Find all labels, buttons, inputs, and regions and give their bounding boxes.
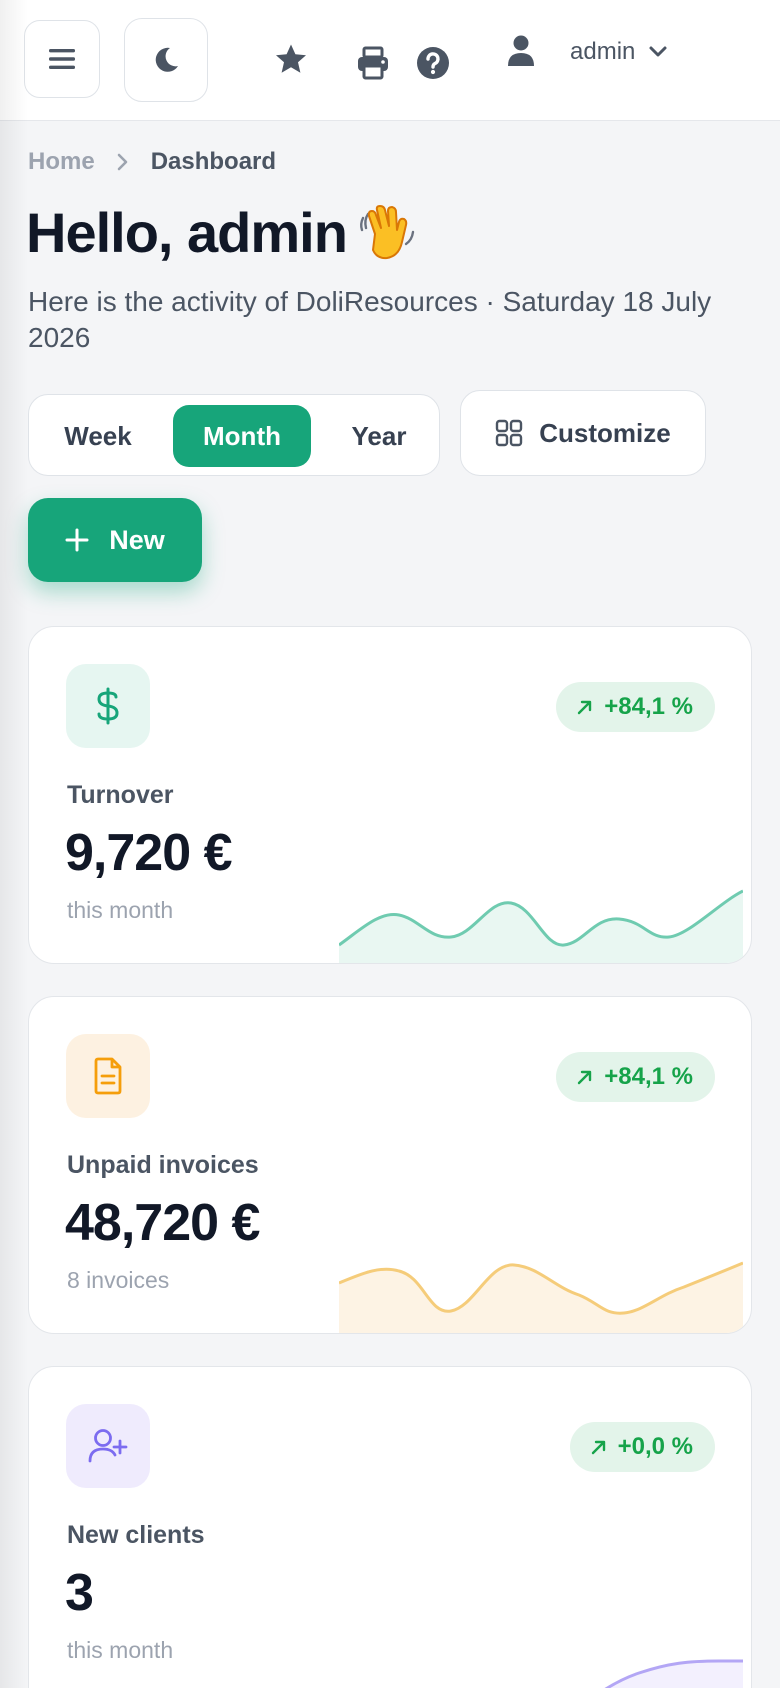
card-subtext: this month [67,897,174,923]
page-subtitle: Here is the activity of DoliResources · … [28,286,712,353]
menu-button[interactable] [24,20,100,98]
card-label: Unpaid invoices [67,1151,259,1179]
new-clients-card[interactable]: +0,0 % New clients 3 this month [28,1366,752,1688]
top-bar: admin [0,0,780,121]
new-button[interactable]: New [28,498,202,582]
trend-value: +0,0 % [617,1433,693,1460]
arrow-up-right-icon [591,1440,605,1455]
period-month-button[interactable]: Month [173,405,311,467]
waving-hand-icon [357,204,417,262]
breadcrumb: Home Dashboard [28,148,276,176]
turnover-sparkline [339,889,743,963]
greeting-text: Hello, admin [26,201,348,264]
unpaid-invoices-card[interactable]: +84,1 % Unpaid invoices 48,720 € 8 invoi… [28,996,752,1334]
card-value: 48,720 € [65,1194,260,1252]
trend-badge: +84,1 % [556,682,715,732]
user-name[interactable]: admin [570,38,635,66]
dollar-icon [66,664,150,748]
moon-icon [155,47,178,72]
customize-button[interactable]: Customize [460,390,706,476]
star-icon [276,44,306,73]
period-switch: Week Month Year [28,394,440,476]
print-button[interactable] [354,44,392,82]
card-subtext: 8 invoices [67,1267,170,1293]
card-value: 9,720 € [65,824,232,882]
arrow-up-right-icon [578,1070,592,1085]
turnover-card[interactable]: +84,1 % Turnover 9,720 € this month [28,626,752,964]
print-icon [358,46,388,80]
chevron-right-icon [117,152,129,172]
card-label: New clients [67,1521,205,1549]
card-label: Turnover [67,781,174,809]
chevron-down-icon [649,46,667,57]
card-subtext: this month [67,1637,174,1663]
customize-label: Customize [539,417,671,448]
document-icon [66,1034,150,1118]
user-plus-icon [66,1404,150,1488]
trend-value: +84,1 % [604,1063,693,1090]
trend-value: +84,1 % [604,693,693,720]
plus-icon [65,528,89,552]
theme-toggle-button[interactable] [124,18,208,102]
card-value: 3 [65,1564,94,1622]
period-year-button[interactable]: Year [319,405,439,467]
dashboard-page: admin Home Dashboard Hello, admin Here i… [0,0,780,1688]
unpaid-invoices-sparkline [339,1261,743,1333]
arrow-up-right-icon [578,700,592,715]
user-dropdown-toggle[interactable] [646,40,670,64]
user-menu-button[interactable] [504,32,538,70]
menu-icon [49,49,75,69]
new-label: New [109,524,165,555]
page-title: Hello, admin [26,200,417,265]
period-week-button[interactable]: Week [33,405,163,467]
edge-shadow [0,0,28,1688]
favorites-button[interactable] [272,40,310,78]
breadcrumb-current: Dashboard [150,148,277,175]
user-icon [508,35,534,66]
help-icon [417,47,449,79]
breadcrumb-home-link[interactable]: Home [28,148,95,176]
grid-icon [496,419,523,447]
help-button[interactable] [414,44,452,82]
trend-badge: +0,0 % [569,1422,715,1472]
trend-badge: +84,1 % [556,1052,715,1102]
new-clients-sparkline [604,1659,743,1688]
